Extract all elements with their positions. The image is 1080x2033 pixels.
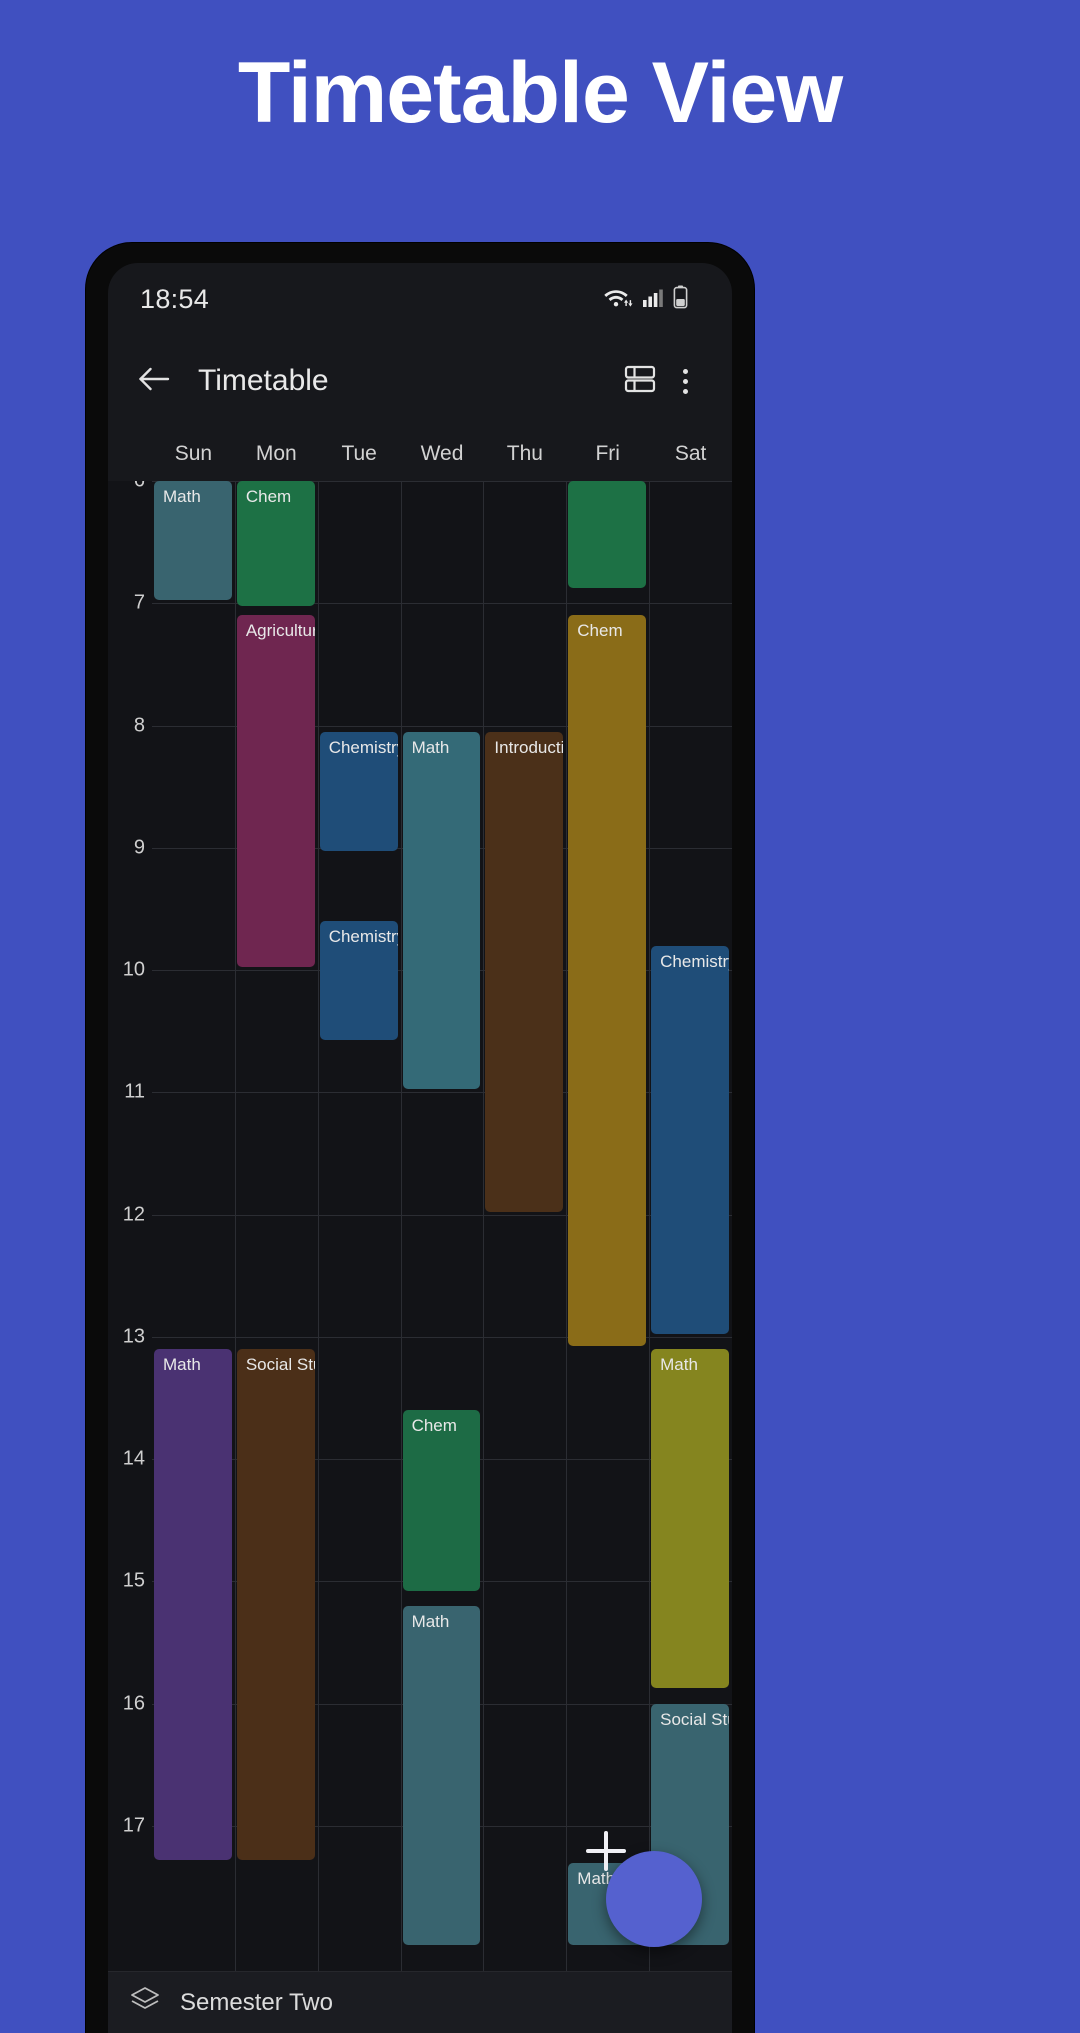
layers-icon	[130, 1985, 160, 2020]
day-header-sat[interactable]: Sat	[649, 427, 732, 481]
timetable-event[interactable]: Math	[154, 481, 232, 601]
timetable-event[interactable]: Math	[402, 731, 481, 1090]
day-header-row: Sun Mon Tue Wed Thu Fri Sat	[108, 427, 732, 481]
phone-screen: 18:54 Timetable Sun Mon Tue Wed Thu Fri …	[108, 263, 732, 2033]
day-header-thu[interactable]: Thu	[483, 427, 566, 481]
timetable-event[interactable]: Math	[402, 1605, 481, 1946]
battery-icon	[673, 285, 688, 314]
hour-label-17: 17	[122, 1814, 145, 1837]
column-divider	[483, 481, 485, 1991]
hour-label-10: 10	[122, 958, 145, 981]
phone-frame: 18:54 Timetable Sun Mon Tue Wed Thu Fri …	[86, 243, 754, 2033]
timetable-event[interactable]: Math	[154, 1349, 232, 1860]
back-button[interactable]	[128, 355, 180, 407]
day-header-fri[interactable]: Fri	[566, 427, 649, 481]
status-bar: 18:54	[108, 263, 732, 335]
timetable-event[interactable]: Math	[651, 1349, 729, 1689]
add-event-fab[interactable]	[586, 1831, 702, 1947]
day-header-tue[interactable]: Tue	[318, 427, 401, 481]
hour-label-14: 14	[122, 1447, 145, 1470]
page-title: Timetable View	[237, 45, 843, 141]
hour-gutter: 6 7 8 9 10 11 12 13 14 15 16 17	[108, 481, 152, 1991]
timetable-columns: MathChemAgriculturChemistryChemistryMath…	[152, 481, 732, 1991]
timetable-event[interactable]: Chemistry	[319, 921, 398, 1041]
back-arrow-icon	[137, 365, 171, 398]
hour-label-13: 13	[122, 1325, 145, 1348]
timetable-grid-inner: MathChemAgriculturChemistryChemistryMath…	[108, 481, 732, 1991]
day-column-tue[interactable]	[317, 481, 401, 1991]
hour-label-8: 8	[133, 714, 145, 737]
timetable-event[interactable]	[568, 481, 647, 589]
overflow-menu-button[interactable]	[666, 355, 704, 407]
hour-label-16: 16	[122, 1692, 145, 1715]
timetable-grid[interactable]: MathChemAgriculturChemistryChemistryMath…	[108, 481, 732, 1991]
timetable-event[interactable]: Chem	[236, 481, 315, 607]
column-divider	[649, 481, 651, 1991]
app-bar: Timetable	[108, 335, 732, 427]
day-header-mon[interactable]: Mon	[235, 427, 318, 481]
hour-label-12: 12	[122, 1203, 145, 1226]
day-column-thu[interactable]	[483, 481, 567, 1991]
day-header-sun[interactable]: Sun	[152, 427, 235, 481]
hour-label-11: 11	[124, 1080, 145, 1103]
column-divider	[566, 481, 568, 1991]
wifi-icon	[603, 285, 633, 314]
cellular-signal-icon	[642, 286, 664, 313]
more-vertical-icon	[682, 368, 688, 394]
column-divider	[234, 481, 236, 1991]
timetable-event[interactable]: Agricultur	[236, 615, 315, 968]
timetable-event[interactable]: Chemistry	[319, 731, 398, 851]
hour-label-15: 15	[122, 1569, 145, 1592]
timetable-event[interactable]: Introducti	[485, 731, 564, 1212]
hour-label-7: 7	[133, 591, 145, 614]
timetable-event[interactable]: Chemistry	[651, 945, 729, 1334]
view-toggle-button[interactable]	[614, 355, 666, 407]
day-header-gutter	[108, 427, 152, 481]
split-view-icon	[624, 364, 656, 399]
app-bar-title: Timetable	[198, 364, 329, 397]
column-divider	[317, 481, 319, 1991]
hour-label-9: 9	[133, 836, 145, 859]
status-time: 18:54	[140, 283, 210, 314]
bottom-bar[interactable]: Semester Two	[108, 1971, 732, 2033]
hour-label-6: 6	[134, 481, 145, 493]
status-icons	[603, 285, 688, 314]
day-header-wed[interactable]: Wed	[401, 427, 484, 481]
timetable-event[interactable]: Social Stu	[236, 1349, 315, 1860]
timetable-event[interactable]: Chem	[402, 1410, 481, 1591]
semester-label: Semester Two	[180, 1988, 333, 2016]
column-divider	[400, 481, 402, 1991]
timetable-event[interactable]: Chem	[568, 615, 647, 1347]
